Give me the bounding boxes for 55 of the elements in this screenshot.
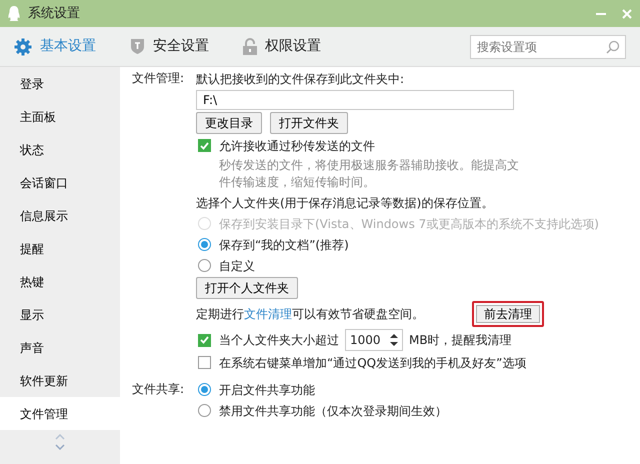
- section-label: 文件共享:: [132, 382, 184, 396]
- sidebar-item[interactable]: 信息展示: [0, 199, 120, 232]
- checkbox-label: 在系统右键菜单增加“通过QQ发送到我的手机及好友”选项: [219, 354, 526, 372]
- number-spinner[interactable]: 1000: [345, 329, 403, 351]
- sidebar-item[interactable]: 热键: [0, 265, 120, 298]
- description-text: 秒传发送的文件，将使用极速服务器辅助接收。能提高文件传输速度，缩短传输时间。: [218, 157, 520, 191]
- sidebar-item[interactable]: 软件更新: [0, 364, 120, 397]
- scroll-up-icon[interactable]: [55, 434, 65, 440]
- tab[interactable]: 安全设置: [130, 36, 209, 57]
- sidebar-item[interactable]: 文件管理: [0, 397, 120, 430]
- lock-icon: [243, 38, 257, 55]
- checkbox[interactable]: [198, 139, 211, 152]
- section-label: 文件管理:: [132, 71, 184, 85]
- gear-icon: [14, 38, 32, 56]
- radio-button[interactable]: [198, 404, 211, 417]
- sidebar-item[interactable]: 提醒: [0, 232, 120, 265]
- path-input-field[interactable]: F:\: [196, 90, 514, 110]
- checkbox[interactable]: [198, 356, 211, 369]
- sidebar-item[interactable]: 显示: [0, 298, 120, 331]
- label-text: 选择个人文件夹(用于保存消息记录等数据)的保存位置。: [196, 194, 494, 212]
- radio-button[interactable]: [198, 238, 211, 251]
- sidebar-item[interactable]: 主面板: [0, 100, 120, 133]
- shield-icon: [130, 38, 145, 55]
- checkbox-label: MB时，提醒我清理: [409, 332, 512, 349]
- radio-button[interactable]: [198, 383, 211, 396]
- label-text: 默认把接收到的文件保存到此文件夹中:: [196, 70, 404, 88]
- tab[interactable]: 基本设置: [14, 36, 96, 57]
- spinner-arrows-icon[interactable]: [390, 333, 398, 347]
- penguin-logo-icon: [8, 6, 20, 21]
- close-icon[interactable]: [622, 8, 632, 18]
- minimize-icon[interactable]: [596, 12, 606, 14]
- action-button[interactable]: 打开文件夹: [270, 112, 348, 134]
- sidebar-item[interactable]: 登录: [0, 67, 120, 100]
- radio-label: 禁用文件共享功能（仅本次登录期间生效）: [219, 402, 447, 420]
- scroll-down-icon[interactable]: [55, 444, 65, 450]
- search-icon[interactable]: [606, 40, 620, 54]
- sidebar-item[interactable]: 状态: [0, 133, 120, 166]
- action-button[interactable]: 更改目录: [196, 112, 262, 134]
- cleanup-link[interactable]: 文件清理: [244, 307, 292, 321]
- tab[interactable]: 权限设置: [243, 36, 321, 57]
- checkbox[interactable]: [198, 334, 211, 346]
- search-field[interactable]: 搜索设置项: [470, 34, 626, 58]
- checkbox-label: 当个人文件夹大小超过: [219, 332, 339, 349]
- radio-label: 保存到安装目录下(Vista、Windows 7或更高版本的系统不支持此选项): [219, 216, 599, 232]
- action-button[interactable]: 打开个人文件夹: [196, 277, 298, 299]
- radio-label: 开启文件共享功能: [219, 382, 315, 398]
- cleanup-text: 定期进行文件清理可以有效节省硬盘空间。: [196, 306, 424, 323]
- sidebar-item[interactable]: 会话窗口: [0, 166, 120, 199]
- radio-button[interactable]: [198, 259, 211, 272]
- radio-label: 自定义: [219, 258, 255, 274]
- cleanup-button[interactable]: 前去清理: [472, 301, 544, 327]
- radio-label: 保存到“我的文档”(推荐): [219, 236, 349, 254]
- sidebar-item[interactable]: 声音: [0, 331, 120, 364]
- window-title: 系统设置: [28, 4, 80, 23]
- checkbox-label: 允许接收通过秒传发送的文件: [219, 138, 375, 154]
